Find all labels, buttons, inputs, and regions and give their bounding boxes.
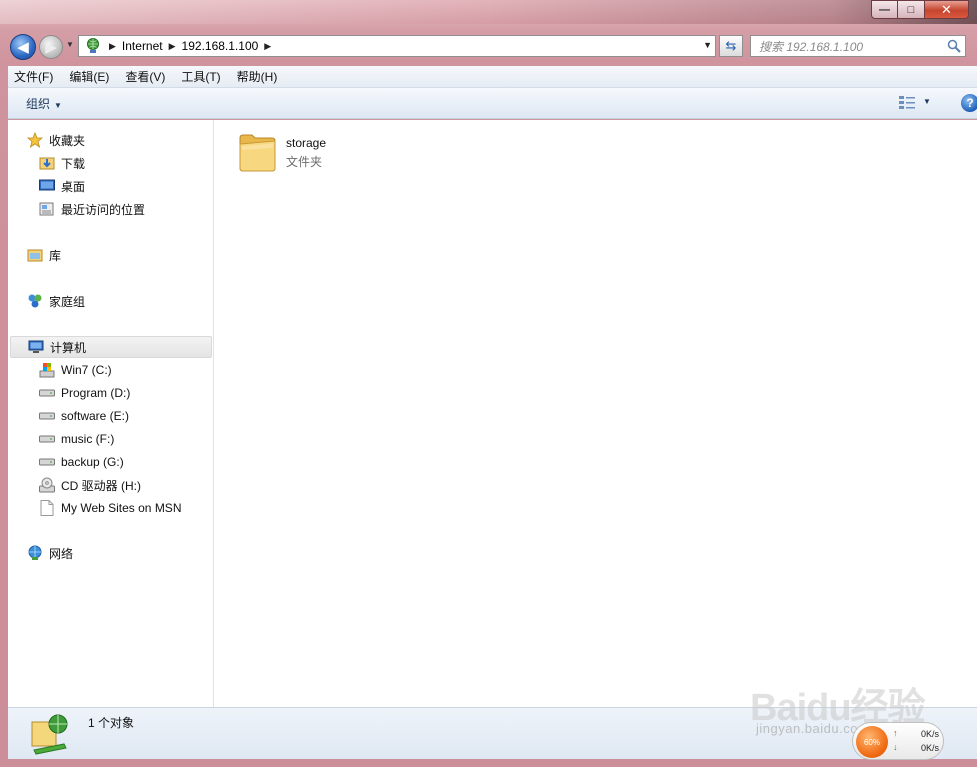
window-controls: — □ ✕: [871, 0, 969, 19]
sidebar-item-label: 库: [49, 248, 62, 263]
sidebar-item-label: 收藏夹: [49, 133, 86, 148]
folder-icon: [239, 134, 276, 172]
sidebar-item-drive-g[interactable]: backup (G:): [38, 451, 124, 473]
document-icon: [38, 500, 56, 516]
sidebar-item-drive-e[interactable]: software (E:): [38, 405, 129, 427]
menu-tools[interactable]: 工具(T): [181, 68, 220, 85]
sidebar-item-desktop[interactable]: 桌面: [38, 175, 85, 197]
network-location-icon: [31, 714, 68, 755]
address-bar[interactable]: ▶ Internet ▶ 192.168.1.100 ▶ ▼: [78, 35, 716, 57]
file-type: 文件夹: [286, 155, 323, 169]
breadcrumb-internet[interactable]: Internet: [122, 39, 163, 53]
speed-percent: 60%: [856, 726, 888, 758]
network-globe-icon: [83, 37, 103, 55]
download-folder-icon: [38, 155, 56, 171]
chevron-down-icon: ▼: [54, 100, 62, 110]
close-button[interactable]: ✕: [925, 0, 969, 19]
navigation-pane: 收藏夹 下载 桌面 最近访问的位置 库 家庭组 计算机 Win7 (C:) Pr…: [8, 120, 214, 707]
sidebar-item-label: music (F:): [61, 432, 115, 446]
drive-icon: [38, 431, 56, 447]
view-dropdown-icon[interactable]: ▼: [923, 97, 931, 106]
menu-bar: 文件(F) 编辑(E) 查看(V) 工具(T) 帮助(H): [8, 66, 977, 88]
search-placeholder: 搜索 192.168.1.100: [759, 39, 864, 54]
search-input[interactable]: 搜索 192.168.1.100: [750, 35, 966, 57]
sidebar-item-computer[interactable]: 计算机: [10, 336, 212, 358]
menu-edit[interactable]: 编辑(E): [69, 68, 109, 85]
sidebar-item-libraries[interactable]: 库: [26, 244, 61, 266]
arrow-right-icon: ▶: [45, 39, 57, 56]
drive-icon: [38, 385, 56, 401]
drive-icon: [38, 454, 56, 470]
chevron-right-icon[interactable]: ▶: [169, 41, 176, 52]
download-speed: 0K/s: [920, 743, 939, 753]
sidebar-item-label: CD 驱动器 (H:): [61, 478, 141, 493]
sidebar-item-label: 最近访问的位置: [61, 202, 146, 217]
sidebar-item-label: 桌面: [61, 179, 86, 194]
chevron-right-icon[interactable]: ▶: [264, 41, 271, 52]
navigation-row: ◀ ▶ ▼ ▶ Internet ▶ 192.168.1.100 ▶ ▼ ⇆ 搜…: [0, 30, 977, 62]
search-icon[interactable]: [947, 39, 961, 53]
sidebar-item-label: backup (G:): [61, 455, 124, 469]
list-item[interactable]: storage 文件夹: [236, 128, 326, 176]
organize-label: 组织: [26, 96, 51, 111]
file-list-pane: storage 文件夹: [214, 120, 977, 707]
command-toolbar: 组织 ▼ ▼ ?: [8, 88, 977, 119]
network-icon: [26, 545, 44, 561]
sidebar-item-homegroup[interactable]: 家庭组: [26, 290, 85, 312]
system-drive-icon: [38, 362, 56, 378]
organize-button[interactable]: 组织 ▼: [26, 95, 62, 112]
title-bar: [0, 0, 977, 24]
cd-drive-icon: [38, 477, 56, 493]
sidebar-item-recent[interactable]: 最近访问的位置: [38, 198, 145, 220]
forward-button[interactable]: ▶: [39, 35, 63, 59]
recent-places-icon: [38, 201, 56, 217]
computer-icon: [27, 339, 45, 355]
desktop-icon: [38, 178, 56, 194]
sidebar-item-label: 家庭组: [49, 294, 86, 309]
back-button[interactable]: ◀: [10, 34, 36, 60]
sidebar-item-drive-c[interactable]: Win7 (C:): [38, 359, 112, 381]
breadcrumb-host[interactable]: 192.168.1.100: [182, 39, 259, 53]
sidebar-item-label: 下载: [61, 156, 86, 171]
status-item-count: 1 个对象: [88, 716, 135, 730]
menu-view[interactable]: 查看(V): [125, 68, 165, 85]
menu-file[interactable]: 文件(F): [14, 68, 53, 85]
file-name: storage: [286, 136, 327, 150]
network-speed-widget[interactable]: 60% ↑ 0K/s ↓ 0K/s: [852, 722, 944, 760]
homegroup-icon: [26, 293, 44, 309]
sidebar-item-msn-sites[interactable]: My Web Sites on MSN: [38, 497, 181, 519]
sidebar-item-label: 计算机: [50, 340, 87, 355]
sidebar-item-drive-f[interactable]: music (F:): [38, 428, 114, 450]
drive-icon: [38, 408, 56, 424]
sidebar-item-label: Program (D:): [61, 386, 131, 400]
arrow-left-icon: ◀: [17, 39, 29, 56]
sidebar-item-label: Win7 (C:): [61, 363, 112, 377]
recent-pages-dropdown[interactable]: ▼: [66, 40, 74, 49]
sidebar-item-label: 网络: [49, 546, 74, 561]
sidebar-item-label: My Web Sites on MSN: [61, 501, 182, 515]
star-icon: [26, 132, 44, 148]
sidebar-item-drive-d[interactable]: Program (D:): [38, 382, 130, 404]
refresh-icon: ⇆: [725, 38, 737, 53]
minimize-button[interactable]: —: [871, 0, 898, 19]
menu-help[interactable]: 帮助(H): [237, 68, 278, 85]
sidebar-item-network[interactable]: 网络: [26, 542, 73, 564]
maximize-button[interactable]: □: [898, 0, 925, 19]
upload-speed: 0K/s: [920, 729, 939, 739]
view-options-icon[interactable]: [898, 95, 916, 111]
sidebar-item-drive-h[interactable]: CD 驱动器 (H:): [38, 474, 141, 496]
library-icon: [26, 247, 44, 263]
chevron-right-icon[interactable]: ▶: [109, 41, 116, 52]
address-history-dropdown[interactable]: ▼: [703, 40, 712, 50]
sidebar-item-favorites[interactable]: 收藏夹: [26, 129, 85, 151]
refresh-button[interactable]: ⇆: [719, 35, 743, 57]
sidebar-item-downloads[interactable]: 下载: [38, 152, 85, 174]
sidebar-item-label: software (E:): [61, 409, 130, 423]
help-button[interactable]: ?: [961, 94, 977, 112]
